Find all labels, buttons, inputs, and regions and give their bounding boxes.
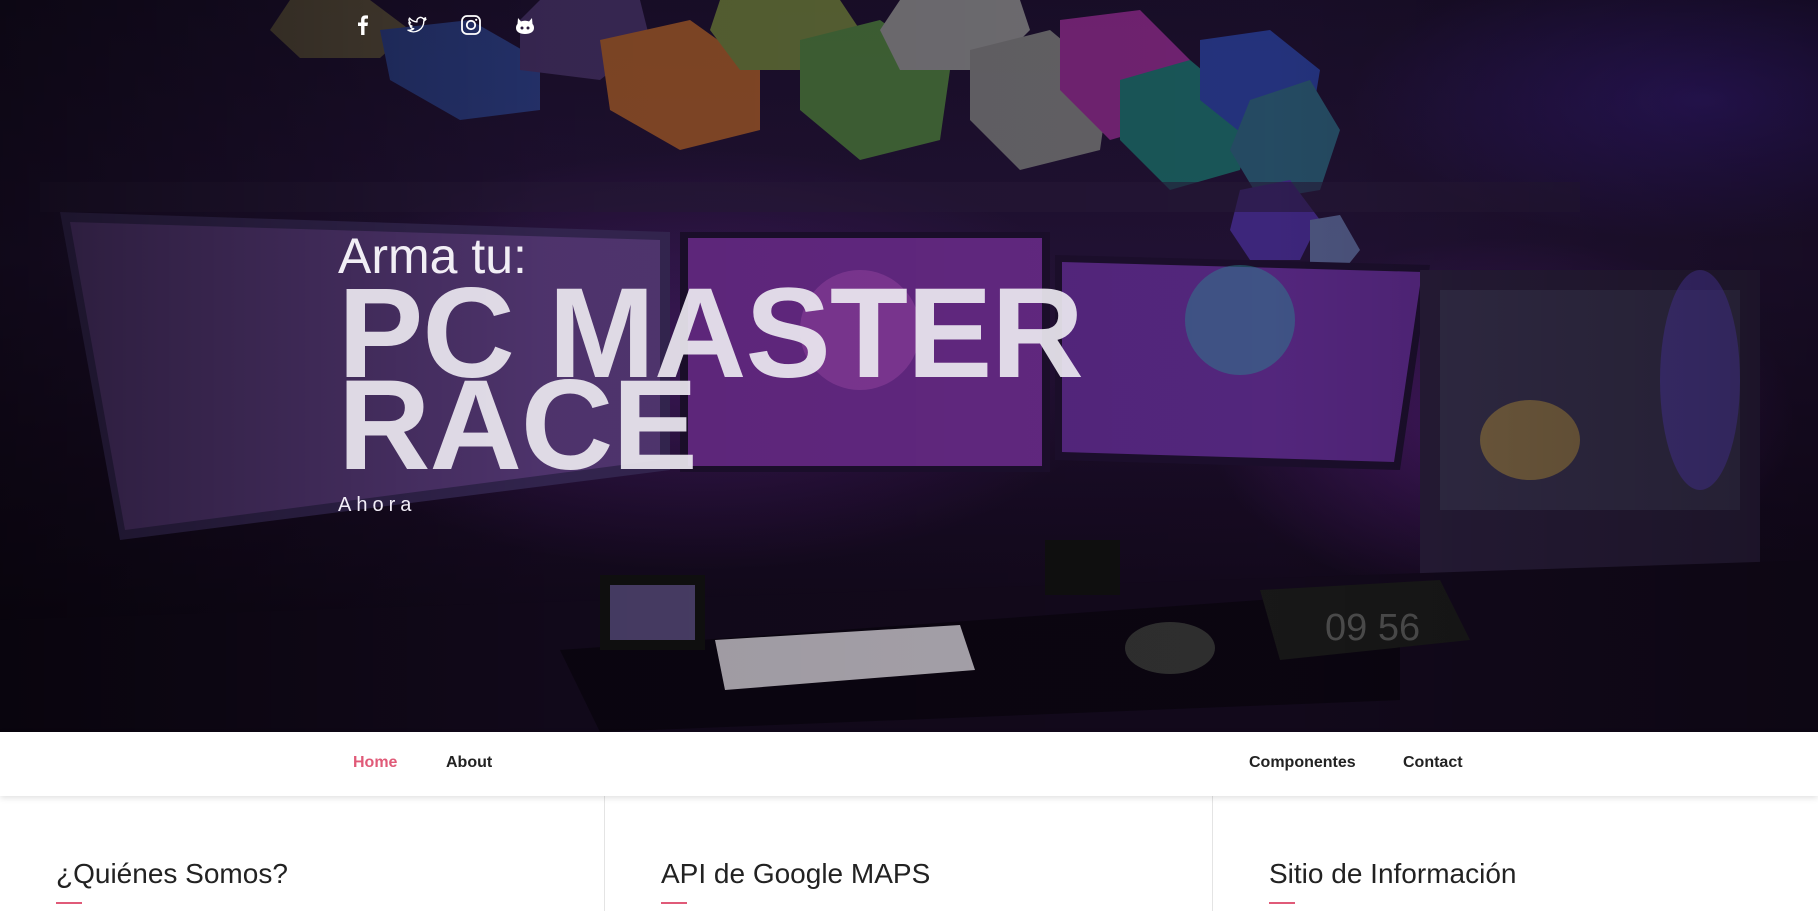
twitter-icon[interactable] [406,14,428,36]
feature-columns: ¿Quiénes Somos? API de Google MAPS Sitio… [0,796,1818,911]
social-links [352,14,536,36]
github-icon[interactable] [514,14,536,36]
nav-home-link[interactable]: Home [353,754,397,772]
nav-componentes-link[interactable]: Componentes [1249,754,1356,772]
section-underline [661,902,687,904]
facebook-icon[interactable] [352,14,374,36]
hero-title: PC MASTER RACE [338,270,1238,490]
section-title: ¿Quiénes Somos? [56,858,288,889]
hero-banner: 09 56 Arma tu: PC MASTER RACE Ahora [0,0,1818,732]
section-underline [56,902,82,904]
nav-contact-link[interactable]: Contact [1403,754,1463,772]
section-underline [1269,902,1295,904]
nav-about-link[interactable]: About [446,754,492,772]
main-navigation: Home About Componentes Contact [0,732,1818,796]
section-title: Sitio de Información [1269,858,1517,889]
section-title: API de Google MAPS [661,858,931,889]
hero-tagline: Ahora [338,494,417,516]
section-sitio-informacion: Sitio de Información [1212,796,1818,911]
instagram-icon[interactable] [460,14,482,36]
hero-text-block: Arma tu: PC MASTER RACE Ahora [338,228,1238,517]
section-google-maps: API de Google MAPS [604,796,1212,911]
section-quienes-somos: ¿Quiénes Somos? [0,796,604,911]
